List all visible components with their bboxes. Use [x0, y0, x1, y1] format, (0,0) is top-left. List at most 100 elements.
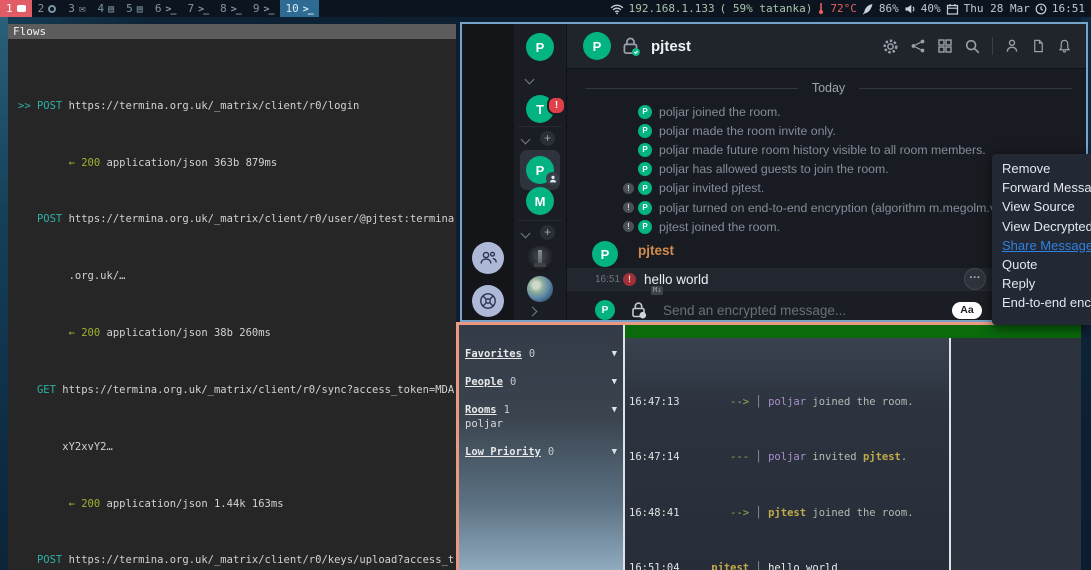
- member-list-icon[interactable]: [1004, 38, 1020, 54]
- status-bar: 1 2 3 4 5 6: [0, 0, 1091, 17]
- event-text: pjtest joined the room.: [659, 220, 780, 234]
- buffer-label: poljar: [465, 418, 503, 430]
- chat-pane-group: Scroll up to load more mess 16:47:13 -->…: [623, 325, 1081, 570]
- room-avatar-m[interactable]: M: [526, 187, 554, 215]
- workspace-button[interactable]: 6: [149, 0, 182, 17]
- room-list-sidebar: P T ! P M: [514, 24, 567, 320]
- formatting-button[interactable]: Aa: [952, 302, 982, 319]
- context-menu-item[interactable]: Share Message: [992, 236, 1091, 255]
- widgets-grid-icon[interactable]: [937, 38, 953, 54]
- flows-title: Flows: [8, 24, 456, 39]
- buffer-count: 0: [529, 348, 535, 360]
- buffer-count: 1: [504, 404, 510, 416]
- workspace-button[interactable]: 10: [280, 0, 319, 17]
- user-avatar[interactable]: P: [526, 33, 554, 61]
- flow-line[interactable]: POST https://termina.org.uk/_matrix/clie…: [18, 553, 456, 567]
- workspace-button[interactable]: 2: [32, 0, 63, 17]
- settings-gear-icon[interactable]: [882, 38, 899, 55]
- workspace-number: 9: [253, 2, 260, 15]
- people-icon: [478, 250, 498, 266]
- collapse-triangle-icon[interactable]: [612, 377, 617, 387]
- workspace-button[interactable]: 9: [247, 0, 280, 17]
- workspace-number: 4: [98, 2, 105, 15]
- member-badge-icon: [546, 172, 559, 185]
- flow-line[interactable]: ← 200 application/json 1.44k 163ms: [18, 497, 456, 511]
- workspace-button[interactable]: 5: [120, 0, 149, 17]
- chevron-down-icon[interactable]: [521, 229, 531, 239]
- flow-line[interactable]: ← 200 application/json 38b 260ms: [18, 326, 456, 340]
- sender-avatar[interactable]: P: [592, 241, 618, 267]
- flow-line[interactable]: .org.uk/…: [18, 269, 456, 283]
- room-header: P pjtest: [567, 24, 1086, 69]
- time-text: 16:51: [1052, 2, 1085, 15]
- collapse-triangle-icon[interactable]: [612, 405, 617, 415]
- context-menu-item[interactable]: View Source: [992, 197, 1091, 216]
- chat-log-line: 16:47:14 --- │ poljar invited pjtest.: [629, 451, 949, 465]
- buffer-row[interactable]: Low Priority 0: [459, 445, 623, 459]
- workspace-list: 1 2 3 4 5 6: [0, 0, 319, 17]
- buffer-row[interactable]: Rooms 1: [459, 403, 623, 417]
- room-avatar-tower[interactable]: [527, 246, 553, 272]
- flow-line[interactable]: POST https://termina.org.uk/_matrix/clie…: [18, 212, 456, 226]
- context-menu-item[interactable]: View Decrypted S: [992, 217, 1091, 236]
- clock-icon: [1035, 3, 1047, 15]
- chat-buffer: Scroll up to load more mess 16:47:13 -->…: [625, 338, 949, 570]
- workspace-number: 8: [220, 2, 227, 15]
- context-menu-item[interactable]: End-to-end encry: [992, 293, 1091, 312]
- members-button[interactable]: [472, 242, 504, 274]
- composer-input[interactable]: Send an encrypted message...: [663, 303, 846, 318]
- context-menu-item[interactable]: Quote: [992, 255, 1091, 274]
- header-divider: [992, 37, 993, 55]
- cpu-usage: 86%: [879, 2, 899, 15]
- flow-line[interactable]: xY2xvY2…: [18, 440, 456, 454]
- workspace-button[interactable]: 4: [92, 0, 121, 17]
- context-menu-item[interactable]: Remove: [992, 159, 1091, 178]
- room-avatar-earth[interactable]: [527, 276, 553, 302]
- workspace-icon: [108, 3, 114, 15]
- message-context-menu: Remove Forward Message View Source View …: [992, 154, 1091, 325]
- workspace-button[interactable]: 7: [181, 0, 214, 17]
- flow-line[interactable]: GET https://termina.org.uk/_matrix/clien…: [18, 383, 456, 397]
- mitmproxy-window: Flows >> POST https://termina.org.uk/_ma…: [8, 24, 456, 570]
- chat-log-line: 16:48:41 --> │ pjtest joined the room.: [629, 507, 949, 521]
- share-icon[interactable]: [910, 38, 926, 54]
- workspace-button[interactable]: 1: [0, 0, 32, 17]
- buffer-row[interactable]: Favorites 0: [459, 347, 623, 361]
- chevron-right-icon[interactable]: [528, 307, 538, 317]
- workspace-icon: [263, 3, 273, 15]
- workspace-button[interactable]: 3: [62, 0, 91, 17]
- notifications-bell-icon[interactable]: [1057, 38, 1072, 54]
- event-text: poljar joined the room.: [659, 105, 781, 119]
- buffer-list-panel: Favorites 0 People 0 Rooms 1 poljar: [459, 325, 623, 570]
- context-menu-item[interactable]: Reply: [992, 274, 1091, 293]
- event-avatar: P: [638, 124, 652, 138]
- flow-line[interactable]: ← 200 application/json 363b 879ms: [18, 156, 456, 170]
- workspace-icon: [231, 3, 241, 15]
- buffer-row[interactable]: poljar: [459, 417, 623, 431]
- buffer-label: People: [465, 376, 503, 388]
- add-room-icon[interactable]: [540, 131, 555, 146]
- collapse-triangle-icon[interactable]: [612, 447, 617, 457]
- message-timestamp: 16:51: [595, 274, 619, 285]
- chevron-down-icon[interactable]: [525, 75, 535, 85]
- nicklist-pane: [949, 338, 1081, 570]
- search-icon[interactable]: [964, 38, 981, 55]
- collapse-triangle-icon[interactable]: [612, 349, 617, 359]
- context-menu-item[interactable]: Forward Message: [992, 178, 1091, 197]
- add-room-icon[interactable]: [540, 225, 555, 240]
- markdown-toggle[interactable]: M↓: [651, 286, 663, 295]
- files-icon[interactable]: [1031, 38, 1046, 54]
- workspace-button[interactable]: 8: [214, 0, 247, 17]
- message-options-button[interactable]: ···: [964, 268, 986, 290]
- workspace-icon: [165, 3, 175, 15]
- event-avatar: P: [638, 105, 652, 119]
- event-avatar: P: [638, 162, 652, 176]
- buffer-row[interactable]: People 0: [459, 375, 623, 389]
- room-avatar[interactable]: P: [583, 32, 611, 60]
- explore-button[interactable]: [472, 285, 504, 317]
- cpu-meter-icon: [862, 3, 874, 15]
- wifi-icon: [610, 3, 624, 15]
- sender-name[interactable]: pjtest: [638, 241, 674, 258]
- chevron-down-icon[interactable]: [521, 135, 531, 145]
- flow-line[interactable]: >> POST https://termina.org.uk/_matrix/c…: [18, 99, 456, 113]
